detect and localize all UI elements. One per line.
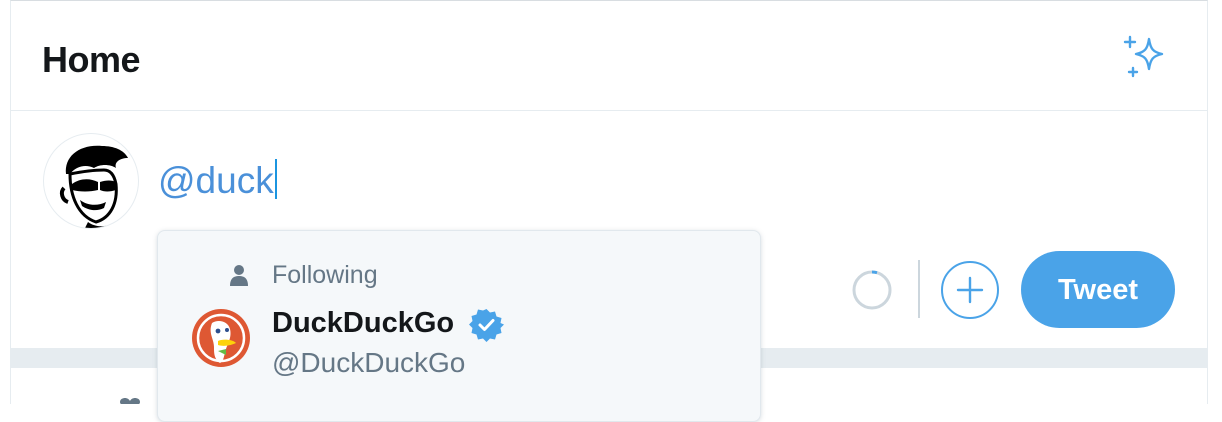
heart-icon [119, 397, 141, 404]
tweet-button[interactable]: Tweet [1021, 251, 1175, 328]
compose-input-text: @duck [158, 160, 274, 201]
autocomplete-suggestion[interactable]: DuckDuckGo @DuckDuckGo [158, 299, 760, 389]
suggestion-name: DuckDuckGo [272, 307, 455, 339]
autocomplete-section-label: Following [272, 261, 378, 289]
text-caret [274, 159, 277, 199]
toolbar-divider [918, 260, 920, 318]
timeline-header: Home [11, 1, 1207, 111]
suggestion-handle: @DuckDuckGo [272, 347, 466, 378]
verified-badge-icon [469, 309, 504, 342]
page-title: Home [42, 39, 141, 80]
avatar[interactable] [43, 133, 139, 229]
sparkle-icon[interactable] [1122, 31, 1172, 81]
mention-autocomplete-dropdown: Following DuckDuckGo @DuckDuckGo [157, 230, 761, 422]
duckduckgo-logo [192, 309, 250, 367]
person-icon [230, 265, 248, 286]
compose-input[interactable]: @duck [158, 159, 277, 203]
plus-icon [956, 276, 984, 304]
circle-progress-icon [851, 269, 893, 311]
add-tweet-button[interactable] [941, 261, 999, 319]
